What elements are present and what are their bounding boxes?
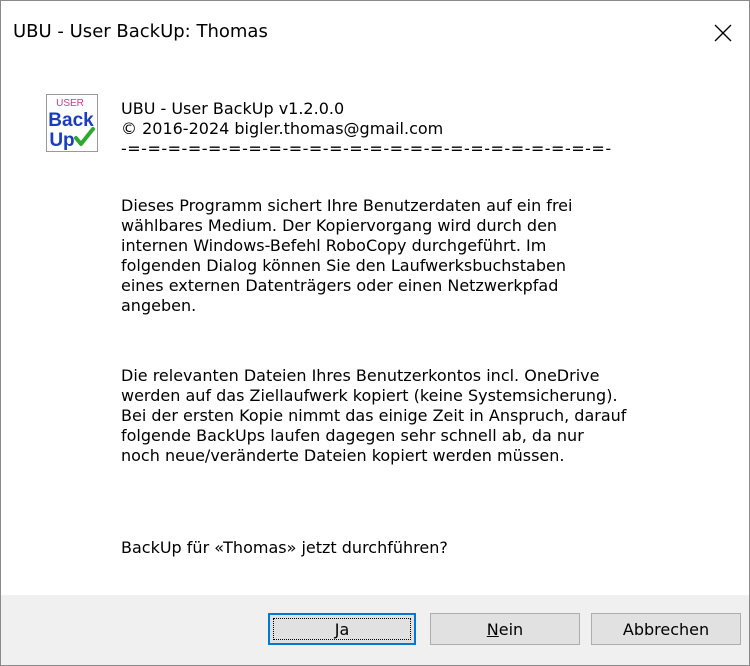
svg-text:USER: USER bbox=[56, 98, 84, 109]
button-bar: Ja Nein Abbrechen bbox=[1, 595, 749, 665]
cancel-button-label: Abbrechen bbox=[622, 619, 710, 639]
app-version: UBU - User BackUp v1.2.0.0 bbox=[121, 99, 345, 118]
separator-line: -=-=-=-=-=-=-=-=-=-=-=-=-=-=-=-=-=-=-=-=… bbox=[121, 139, 612, 158]
no-button-label: Nein bbox=[486, 619, 524, 639]
yes-button[interactable]: Ja bbox=[268, 613, 416, 645]
yes-button-label: Ja bbox=[334, 619, 350, 639]
title-bar[interactable]: UBU - User BackUp: Thomas bbox=[1, 1, 749, 65]
message-dialog: UBU - User BackUp: Thomas USER Back Up U… bbox=[0, 0, 750, 666]
svg-text:Up: Up bbox=[49, 130, 74, 151]
copyright-line: © 2016-2024 bigler.thomas@gmail.com bbox=[121, 119, 444, 138]
cancel-button[interactable]: Abbrechen bbox=[591, 613, 741, 645]
description-paragraph-2: Die relevanten Dateien Ihres Benutzerkon… bbox=[121, 366, 627, 465]
window-title: UBU - User BackUp: Thomas bbox=[13, 21, 268, 42]
ubu-user-backup-icon: USER Back Up bbox=[46, 94, 98, 152]
close-button[interactable] bbox=[697, 1, 749, 65]
description-paragraph-1: Dieses Programm sichert Ihre Benutzerdat… bbox=[121, 196, 573, 315]
svg-text:Back: Back bbox=[48, 110, 94, 131]
message-content: UBU - User BackUp v1.2.0.0 © 2016-2024 b… bbox=[121, 99, 721, 557]
no-button[interactable]: Nein bbox=[430, 613, 580, 645]
confirmation-question: BackUp für «Thomas» jetzt durchführen? bbox=[121, 538, 448, 557]
close-icon bbox=[714, 24, 732, 42]
